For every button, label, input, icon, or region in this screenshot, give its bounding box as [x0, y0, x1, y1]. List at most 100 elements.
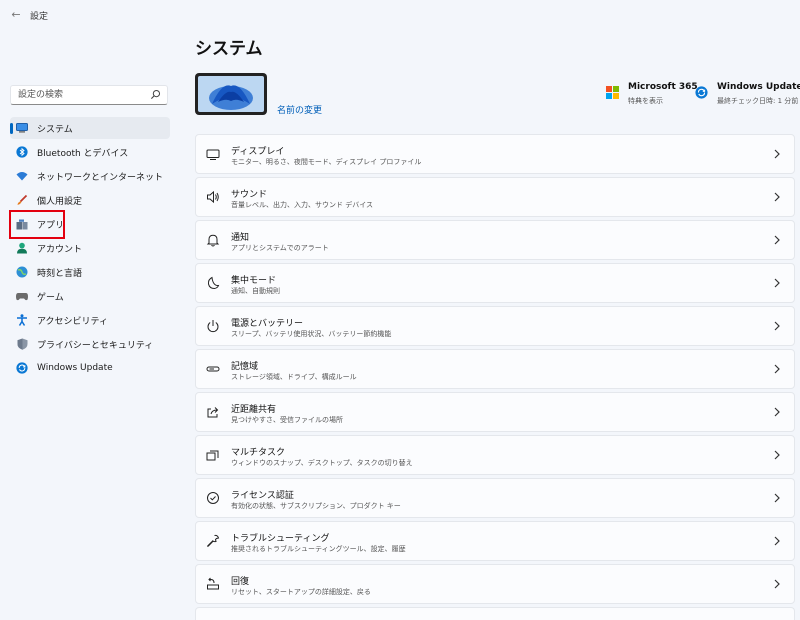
- card-title: 近距離共有: [231, 405, 277, 415]
- search-input[interactable]: 設定の検索: [10, 85, 168, 105]
- ms365-title: Microsoft 365: [628, 82, 698, 92]
- chevron-right-icon: [774, 536, 780, 546]
- card-subtitle: 見つけやすさ、受信ファイルの場所: [231, 416, 343, 424]
- chevron-right-icon: [774, 364, 780, 374]
- storage-icon: [206, 366, 220, 372]
- accessibility-icon: [16, 314, 28, 326]
- gamepad-icon: [16, 290, 28, 302]
- chevron-right-icon: [774, 321, 780, 331]
- card-subtitle: ストレージ領域、ドライブ、構成ルール: [231, 373, 357, 381]
- card-subtitle: ウィンドウのスナップ、デスクトップ、タスクの切り替え: [231, 459, 413, 467]
- sidebar-item-gaming[interactable]: ゲーム: [10, 285, 170, 307]
- chevron-right-icon: [774, 579, 780, 589]
- settings-card-sound[interactable]: サウンド 音量レベル、出力、入力、サウンド デバイス: [195, 177, 795, 217]
- sidebar-item-accounts[interactable]: アカウント: [10, 237, 170, 259]
- sidebar-item-label: Windows Update: [37, 363, 113, 373]
- bell-icon: [206, 234, 220, 247]
- moon-icon: [207, 276, 220, 290]
- card-title: 集中モード: [231, 276, 277, 286]
- recovery-icon: [207, 577, 219, 590]
- monitor-icon: [16, 122, 28, 134]
- sidebar-item-label: ネットワークとインターネット: [37, 172, 164, 183]
- card-subtitle: 音量レベル、出力、入力、サウンド デバイス: [231, 201, 374, 209]
- update-subtitle: 最終チェック日時: 1 分前: [717, 97, 799, 105]
- card-title: サウンド: [231, 190, 268, 200]
- chevron-right-icon: [774, 192, 780, 202]
- search-icon: [150, 89, 161, 100]
- sidebar-item-network[interactable]: ネットワークとインターネット: [10, 165, 170, 187]
- sidebar-item-label: 時刻と言語: [37, 268, 83, 279]
- wrench-icon: [207, 534, 220, 547]
- display-icon: [206, 149, 220, 160]
- card-subtitle: 有効化の状態、サブスクリプション、プロダクト キー: [231, 502, 401, 510]
- update-icon: [16, 362, 28, 374]
- person-icon: [16, 242, 28, 254]
- card-subtitle: 通知、自動規則: [231, 287, 280, 295]
- settings-card-multitasking[interactable]: マルチタスク ウィンドウのスナップ、デスクトップ、タスクの切り替え: [195, 435, 795, 475]
- card-subtitle: モニター、明るさ、夜間モード、ディスプレイ プロファイル: [231, 158, 422, 166]
- card-subtitle: アプリとシステムでのアラート: [231, 244, 329, 252]
- device-thumbnail: [195, 73, 267, 115]
- sidebar-item-label: アカウント: [37, 244, 83, 255]
- sidebar-item-personalization[interactable]: 個人用設定: [10, 189, 170, 211]
- card-title: 電源とバッテリー: [231, 319, 304, 329]
- card-title: ライセンス認証: [231, 491, 294, 501]
- sidebar-item-bluetooth[interactable]: Bluetooth とデバイス: [10, 141, 170, 163]
- card-subtitle: 推奨されるトラブルシューティングツール、設定、履歴: [231, 545, 406, 553]
- sidebar-item-windows-update[interactable]: Windows Update: [10, 357, 170, 379]
- chevron-right-icon: [774, 235, 780, 245]
- microsoft-365-tile[interactable]: Microsoft 365 特典を表示: [606, 82, 698, 106]
- sidebar: 設定の検索 システム Bluetooth とデバイス ネットワークとインターネッ…: [0, 0, 180, 620]
- settings-card-nearby-sharing[interactable]: 近距離共有 見つけやすさ、受信ファイルの場所: [195, 392, 795, 432]
- sidebar-item-time-language[interactable]: 時刻と言語: [10, 261, 170, 283]
- brush-icon: [16, 194, 28, 206]
- settings-card-notifications[interactable]: 通知 アプリとシステムでのアラート: [195, 220, 795, 260]
- sidebar-item-accessibility[interactable]: アクセシビリティ: [10, 309, 170, 331]
- chevron-right-icon: [774, 278, 780, 288]
- sidebar-item-label: ゲーム: [37, 292, 64, 303]
- settings-card-partial[interactable]: [195, 607, 795, 620]
- wallpaper-image: [198, 76, 264, 112]
- chevron-right-icon: [774, 149, 780, 159]
- sidebar-item-label: プライバシーとセキュリティ: [37, 340, 154, 351]
- settings-card-display[interactable]: ディスプレイ モニター、明るさ、夜間モード、ディスプレイ プロファイル: [195, 134, 795, 174]
- sidebar-item-label: アクセシビリティ: [37, 316, 109, 327]
- search-placeholder: 設定の検索: [18, 90, 64, 100]
- settings-card-activation[interactable]: ライセンス認証 有効化の状態、サブスクリプション、プロダクト キー: [195, 478, 795, 518]
- card-title: 回復: [231, 577, 250, 587]
- rename-link[interactable]: 名前の変更: [277, 103, 322, 116]
- chevron-right-icon: [774, 493, 780, 503]
- share-icon: [207, 407, 219, 418]
- chevron-right-icon: [774, 407, 780, 417]
- sidebar-item-system[interactable]: システム: [10, 117, 170, 139]
- bluetooth-icon: [16, 146, 28, 158]
- card-title: トラブルシューティング: [231, 534, 330, 544]
- card-subtitle: リセット、スタートアップの詳細設定、戻る: [231, 588, 371, 596]
- card-title: 通知: [231, 233, 250, 243]
- page-title: システム: [195, 39, 263, 59]
- selection-indicator: [10, 123, 13, 134]
- update-title: Windows Update: [717, 82, 800, 92]
- microsoft-logo-icon: [606, 86, 619, 99]
- card-title: マルチタスク: [231, 448, 286, 458]
- settings-card-focus[interactable]: 集中モード 通知、自動規則: [195, 263, 795, 303]
- shield-icon: [16, 338, 28, 350]
- sidebar-item-label: システム: [37, 124, 73, 135]
- wifi-icon: [16, 170, 28, 182]
- chevron-right-icon: [774, 450, 780, 460]
- speaker-icon: [207, 190, 219, 204]
- check-circle-icon: [207, 492, 219, 504]
- settings-card-troubleshoot[interactable]: トラブルシューティング 推奨されるトラブルシューティングツール、設定、履歴: [195, 521, 795, 561]
- windows-update-tile[interactable]: Windows Update 最終チェック日時: 1 分前: [695, 82, 800, 106]
- multitask-icon: [206, 450, 219, 461]
- update-icon: [695, 86, 708, 99]
- card-title: 記憶域: [231, 362, 259, 372]
- sidebar-item-privacy[interactable]: プライバシーとセキュリティ: [10, 333, 170, 355]
- settings-card-recovery[interactable]: 回復 リセット、スタートアップの詳細設定、戻る: [195, 564, 795, 604]
- globe-clock-icon: [16, 266, 28, 278]
- sidebar-item-label: Bluetooth とデバイス: [37, 148, 129, 159]
- power-icon: [207, 320, 219, 333]
- card-title: ディスプレイ: [231, 147, 285, 157]
- settings-card-power[interactable]: 電源とバッテリー スリープ、バッテリ使用状況、バッテリー節約機能: [195, 306, 795, 346]
- settings-card-storage[interactable]: 記憶域 ストレージ領域、ドライブ、構成ルール: [195, 349, 795, 389]
